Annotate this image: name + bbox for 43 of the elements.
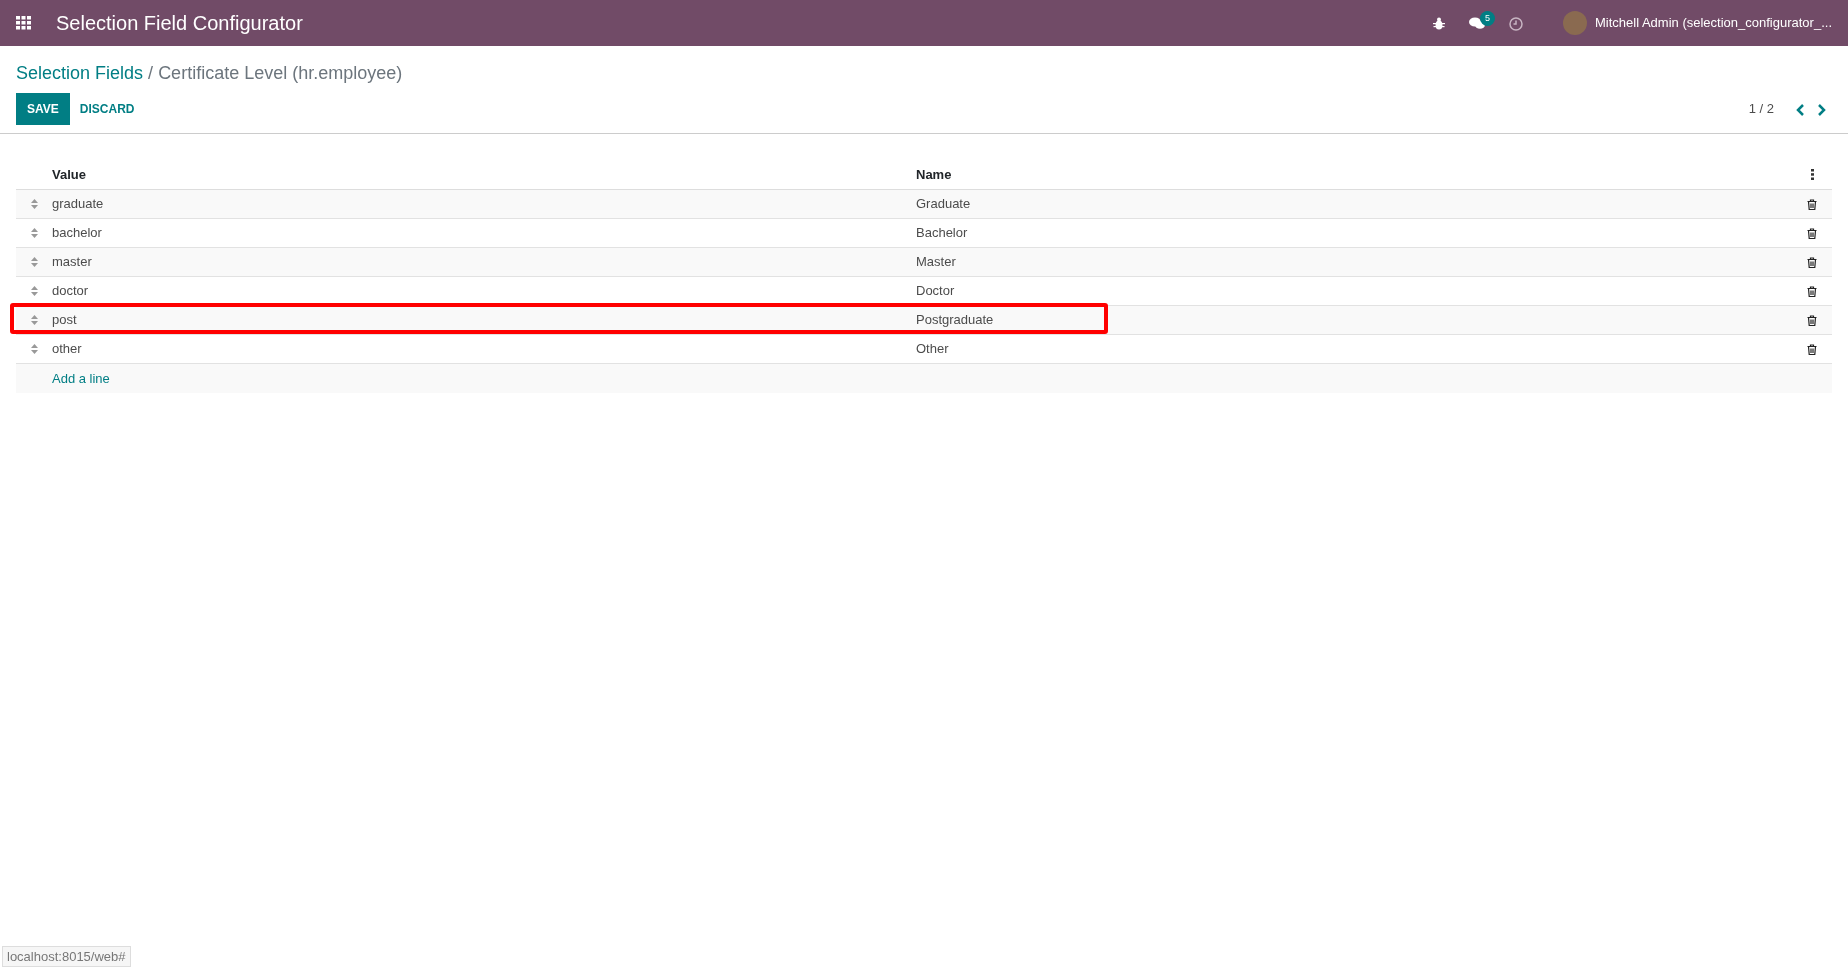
user-name[interactable]: Mitchell Admin (selection_configurator_... bbox=[1595, 13, 1832, 33]
drag-handle-icon[interactable] bbox=[30, 286, 38, 296]
clock-icon[interactable] bbox=[1509, 16, 1523, 31]
app-title: Selection Field Configurator bbox=[56, 11, 303, 36]
table-cell[interactable]: other bbox=[52, 339, 916, 359]
table-cell[interactable]: Other bbox=[916, 339, 1792, 359]
pager-text: 1 / 2 bbox=[1748, 100, 1774, 119]
drag-handle-icon[interactable] bbox=[30, 257, 38, 267]
trash-icon[interactable] bbox=[1807, 285, 1817, 297]
trash-icon[interactable] bbox=[1807, 314, 1817, 326]
table-cell[interactable]: Graduate bbox=[916, 194, 1792, 214]
status-url: localhost:8015/web# bbox=[2, 945, 131, 967]
breadcrumb-separator: / bbox=[148, 63, 154, 83]
drag-handle-icon[interactable] bbox=[30, 344, 38, 354]
save-button[interactable]: SAVE bbox=[16, 93, 70, 125]
apps-menu-icon[interactable] bbox=[16, 16, 32, 30]
column-header[interactable]: Value bbox=[52, 164, 916, 185]
add-line-link[interactable]: Add a line bbox=[52, 368, 110, 389]
table-cell[interactable]: master bbox=[52, 252, 916, 272]
drag-handle-icon[interactable] bbox=[30, 315, 38, 325]
trash-icon[interactable] bbox=[1807, 227, 1817, 239]
table-cell[interactable]: bachelor bbox=[52, 223, 916, 243]
table-cell[interactable]: doctor bbox=[52, 281, 916, 301]
table-cell[interactable]: Master bbox=[916, 252, 1792, 272]
chevron-right-icon[interactable] bbox=[1817, 103, 1826, 116]
message-count-badge: 5 bbox=[1479, 10, 1495, 26]
trash-icon[interactable] bbox=[1807, 256, 1817, 268]
breadcrumb-current: Certificate Level (hr.employee) bbox=[158, 63, 403, 83]
more-options-icon[interactable] bbox=[1810, 169, 1814, 180]
trash-icon[interactable] bbox=[1807, 198, 1817, 210]
table-cell[interactable]: Postgraduate bbox=[916, 310, 1792, 330]
table-cell[interactable]: graduate bbox=[52, 194, 916, 214]
chevron-left-icon[interactable] bbox=[1796, 103, 1805, 116]
drag-handle-icon[interactable] bbox=[30, 228, 38, 238]
trash-icon[interactable] bbox=[1807, 343, 1817, 355]
bug-icon[interactable] bbox=[1433, 16, 1445, 30]
drag-handle-icon[interactable] bbox=[30, 199, 38, 209]
table-cell[interactable]: post bbox=[52, 310, 916, 330]
discard-button[interactable]: DISCARD bbox=[69, 94, 145, 124]
table-cell[interactable]: Doctor bbox=[916, 281, 1792, 301]
table-cell[interactable]: Bachelor bbox=[916, 223, 1792, 243]
breadcrumb-link[interactable]: Selection Fields bbox=[16, 63, 144, 83]
column-header[interactable]: Name bbox=[916, 164, 1792, 185]
